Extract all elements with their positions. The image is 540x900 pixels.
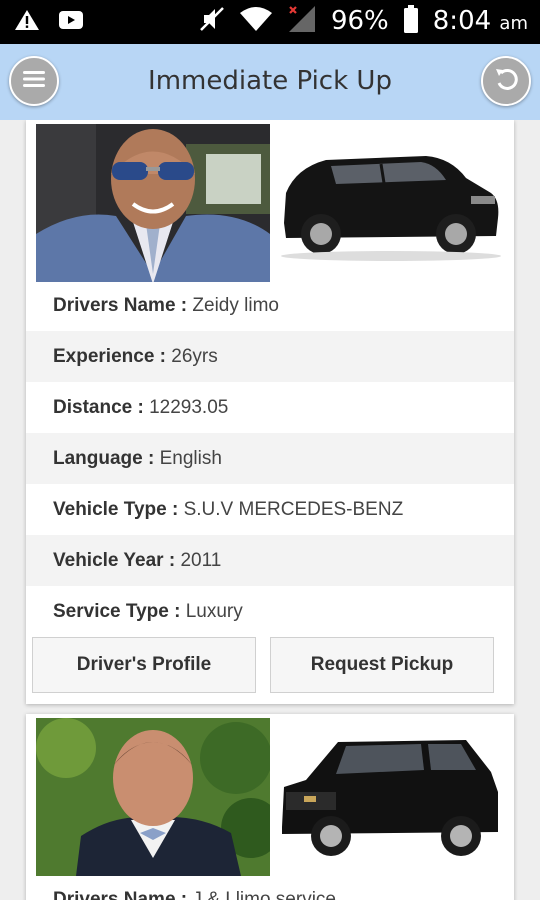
wifi-icon <box>239 5 273 37</box>
vehicle-photo <box>276 732 504 862</box>
vehicle-type-value: S.U.V MERCEDES-BENZ <box>183 499 404 520</box>
distance-value: 12293.05 <box>149 397 229 418</box>
experience-row: Experience : 26yrs <box>26 331 514 382</box>
clock-ampm: am <box>499 13 528 34</box>
vehicle-photo <box>276 138 504 268</box>
vehicle-type-label: Vehicle Type : <box>53 499 179 520</box>
service-type-label: Service Type : <box>53 601 181 622</box>
back-button[interactable] <box>481 56 531 106</box>
request-pickup-button[interactable]: Request Pickup <box>270 637 494 693</box>
vehicle-type-row: Vehicle Type : S.U.V MERCEDES-BENZ <box>26 484 514 535</box>
driver-photo <box>36 124 270 282</box>
language-row: Language : English <box>26 433 514 484</box>
vehicle-year-value: 2011 <box>180 550 222 571</box>
mute-icon <box>199 4 225 38</box>
experience-value: 26yrs <box>171 346 218 367</box>
battery-icon <box>403 4 419 38</box>
experience-label: Experience : <box>53 346 166 367</box>
battery-percent: 96% <box>330 6 389 36</box>
driver-name-value: Zeidy limo <box>192 295 279 316</box>
back-icon <box>492 65 520 98</box>
driver-name-value: J & I limo service <box>192 889 336 900</box>
driver-card: Drivers Name : Zeidy limo Experience : 2… <box>26 120 514 704</box>
service-type-value: Luxury <box>185 601 243 622</box>
distance-label: Distance : <box>53 397 144 418</box>
language-value: English <box>159 448 222 469</box>
drivers-profile-button[interactable]: Driver's Profile <box>32 637 256 693</box>
driver-name-label: Drivers Name : <box>53 295 188 316</box>
driver-list[interactable]: Drivers Name : Zeidy limo Experience : 2… <box>0 120 540 900</box>
vehicle-year-label: Vehicle Year : <box>53 550 176 571</box>
language-label: Language : <box>53 448 155 469</box>
service-type-row: Service Type : Luxury <box>26 586 514 637</box>
driver-name-row: Drivers Name : Zeidy limo <box>26 280 514 331</box>
distance-row: Distance : 12293.05 <box>26 382 514 433</box>
driver-card: Drivers Name : J & I limo service <box>26 714 514 900</box>
vehicle-year-row: Vehicle Year : 2011 <box>26 535 514 586</box>
youtube-icon <box>58 9 84 36</box>
driver-name-label: Drivers Name : <box>53 889 188 900</box>
page-title: Immediate Pick Up <box>148 66 392 96</box>
signal-icon <box>287 4 317 38</box>
card-actions: Driver's Profile Request Pickup <box>32 637 508 695</box>
app-header: Immediate Pick Up <box>0 44 540 120</box>
driver-photo <box>36 718 270 876</box>
driver-name-row: Drivers Name : J & I limo service <box>26 874 514 900</box>
warning-icon <box>14 8 40 37</box>
clock-time: 8:04 <box>432 6 492 36</box>
status-bar: 96% 8:04 am <box>0 0 540 44</box>
clock: 8:04 am <box>433 6 528 36</box>
